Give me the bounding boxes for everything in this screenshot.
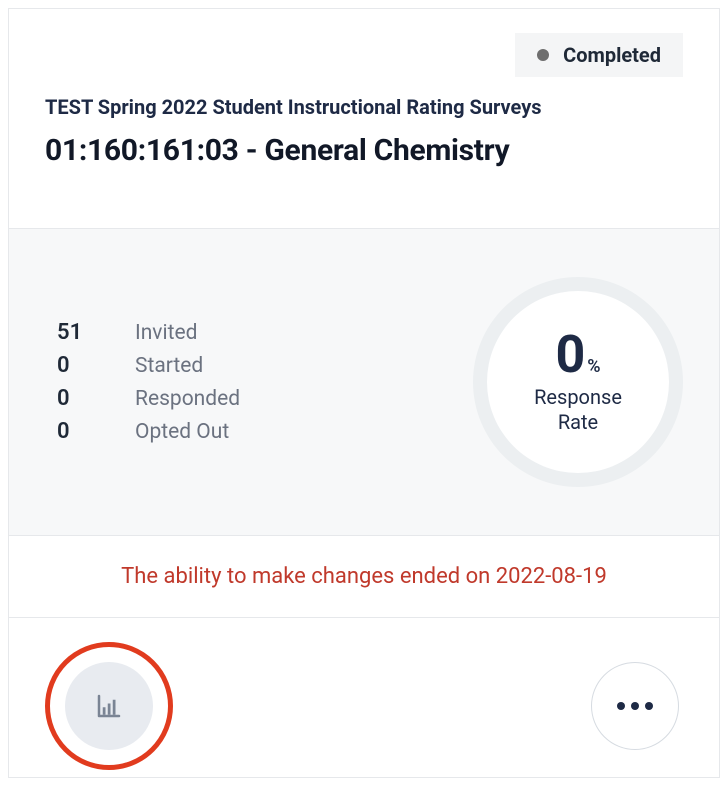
- gauge-label-line2: Rate: [558, 410, 598, 434]
- stats-list: 51 Invited 0 Started 0 Responded 0 Opted…: [57, 320, 240, 444]
- ellipsis-icon: [617, 702, 653, 710]
- bar-chart-icon: [94, 691, 124, 721]
- status-row: Completed: [45, 33, 683, 77]
- stat-label: Responded: [135, 387, 240, 411]
- survey-title: 01:160:161:03 - General Chemistry: [45, 133, 683, 168]
- stat-label: Invited: [135, 321, 197, 345]
- stat-responded: 0 Responded: [57, 386, 240, 411]
- stat-invited: 51 Invited: [57, 320, 240, 345]
- stat-label: Opted Out: [135, 420, 229, 444]
- status-label: Completed: [563, 43, 661, 67]
- view-results-button[interactable]: [65, 662, 153, 750]
- gauge-inner: 0 % Response Rate: [487, 291, 669, 473]
- status-badge: Completed: [515, 33, 683, 77]
- chart-button-highlight: [45, 642, 173, 770]
- stats-section: 51 Invited 0 Started 0 Responded 0 Opted…: [9, 228, 719, 536]
- stat-opted-out: 0 Opted Out: [57, 419, 240, 444]
- stat-value: 51: [57, 320, 89, 345]
- gauge-unit: %: [587, 356, 600, 377]
- stat-value: 0: [57, 353, 89, 378]
- survey-subtitle: TEST Spring 2022 Student Instructional R…: [45, 95, 683, 119]
- notice-section: The ability to make changes ended on 202…: [9, 536, 719, 618]
- response-rate-gauge: 0 % Response Rate: [473, 277, 683, 487]
- stat-value: 0: [57, 386, 89, 411]
- notice-text: The ability to make changes ended on 202…: [25, 564, 703, 589]
- stat-value: 0: [57, 419, 89, 444]
- stat-started: 0 Started: [57, 353, 240, 378]
- header-section: Completed TEST Spring 2022 Student Instr…: [9, 9, 719, 228]
- gauge-label-line1: Response: [534, 385, 622, 409]
- gauge-value: 0: [555, 329, 585, 381]
- gauge-value-row: 0 %: [555, 329, 600, 381]
- status-dot-icon: [537, 49, 549, 61]
- survey-card: Completed TEST Spring 2022 Student Instr…: [8, 8, 720, 778]
- stat-label: Started: [135, 354, 203, 378]
- actions-section: [9, 618, 719, 794]
- more-actions-button[interactable]: [591, 662, 679, 750]
- gauge-label: Response Rate: [534, 385, 622, 435]
